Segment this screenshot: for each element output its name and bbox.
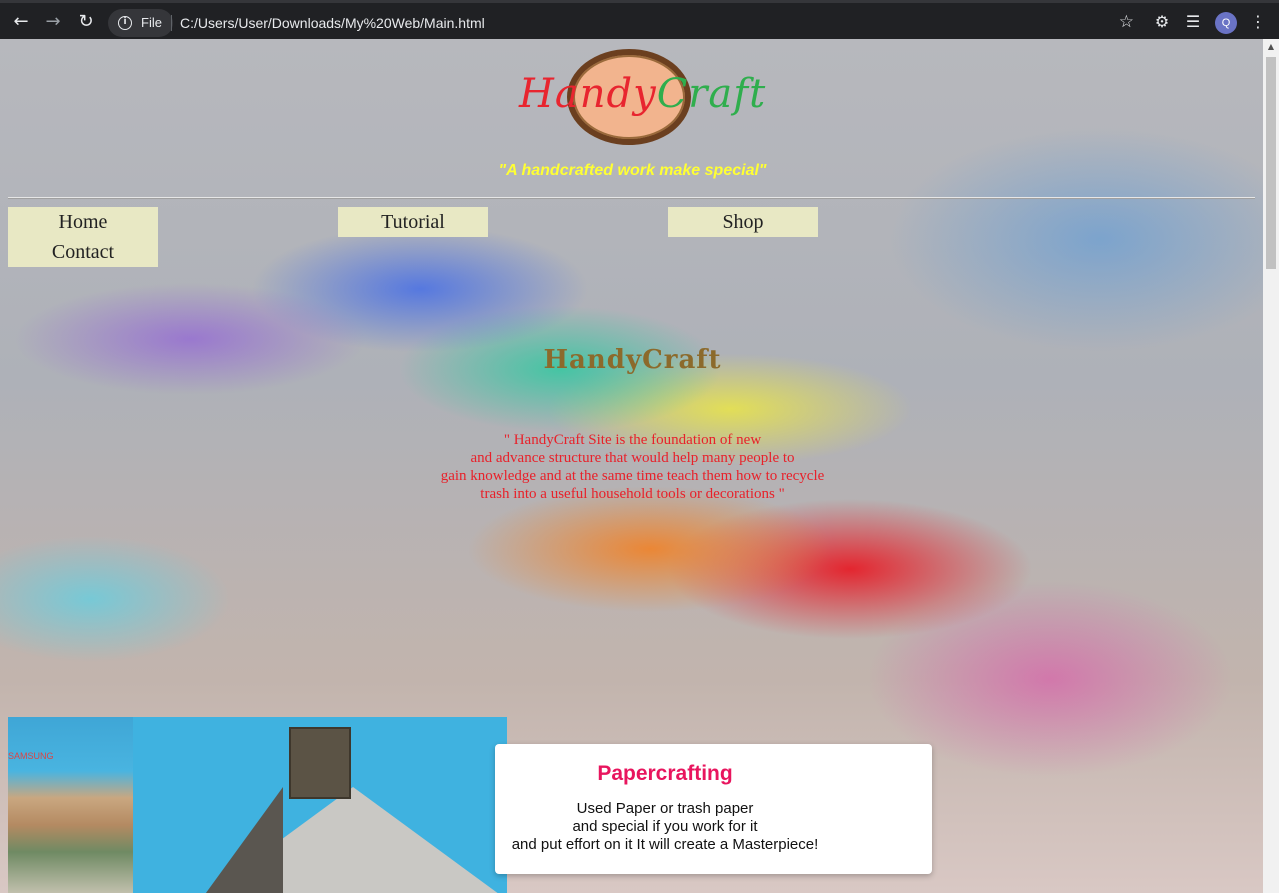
card-line: and put effort on it It will create a Ma… [511, 836, 819, 853]
craft-photo-left: SAMSUNG [8, 717, 133, 893]
browser-toolbar: ← → ↻ i File C:/Users/User/Downloads/My%… [0, 0, 1279, 39]
nav-shop-link[interactable]: Shop [668, 207, 818, 237]
omnibox-divider [171, 15, 172, 31]
hero-line: trash into a useful household tools or d… [480, 486, 785, 502]
address-bar[interactable]: i File C:/Users/User/Downloads/My%20Web/… [108, 9, 1140, 37]
nav-home-link[interactable]: Home [8, 207, 158, 237]
logo-word-craft: Craft [656, 71, 767, 117]
media-queue-icon[interactable]: ☰ [1182, 11, 1204, 33]
card-body: Used Paper or trash paper and special if… [495, 800, 835, 854]
house-roof-shadow [203, 787, 283, 893]
star-icon[interactable]: ☆ [1119, 12, 1134, 32]
scroll-thumb[interactable] [1266, 57, 1276, 269]
url-text[interactable]: C:/Users/User/Downloads/My%20Web/Main.ht… [180, 15, 485, 31]
hero-line: gain knowledge and at the same time teac… [440, 468, 825, 484]
hero-description: " HandyCraft Site is the foundation of n… [400, 431, 865, 503]
tagline: "A handcrafted work make special" [498, 162, 767, 179]
hero-title: HandyCraft [543, 345, 722, 375]
scroll-up-icon[interactable]: ▲ [1263, 39, 1279, 55]
site-info-chip[interactable]: i File [108, 9, 173, 37]
papercrafting-card: Papercrafting Used Paper or trash paper … [495, 744, 932, 874]
file-label: File [141, 15, 162, 30]
card-line: Used Paper or trash paper [576, 800, 754, 817]
page-viewport: HandyCraft "A handcrafted work make spec… [0, 39, 1263, 893]
nav-tutorial-link[interactable]: Tutorial [338, 207, 488, 237]
photo-brand-text: SAMSUNG [8, 751, 54, 761]
back-arrow-icon[interactable]: ← [9, 11, 33, 35]
hero-line: " HandyCraft Site is the foundation of n… [503, 432, 762, 448]
extensions-icon[interactable]: ⚙ [1151, 11, 1173, 33]
logo-word-handy: Handy [519, 71, 657, 117]
nav-contact-link[interactable]: Contact [8, 237, 158, 267]
info-icon: i [118, 16, 132, 30]
card-title: Papercrafting [597, 762, 733, 785]
hero-line: and advance structure that would help ma… [470, 450, 795, 466]
logo-text: HandyCraft [519, 71, 765, 117]
paper-house-photo [133, 717, 507, 893]
forward-arrow-icon[interactable]: → [41, 11, 65, 35]
card-line: and special if you work for it [572, 818, 758, 835]
site-logo[interactable]: HandyCraft [515, 45, 765, 149]
nav-home-contact: Home Contact [8, 207, 158, 267]
avatar[interactable]: Q [1215, 12, 1237, 34]
house-chimney [289, 727, 351, 799]
vertical-scrollbar[interactable]: ▲ [1263, 39, 1279, 893]
divider [8, 197, 1255, 199]
reload-icon[interactable]: ↻ [74, 11, 98, 35]
menu-dots-icon[interactable]: ⋮ [1247, 11, 1269, 33]
